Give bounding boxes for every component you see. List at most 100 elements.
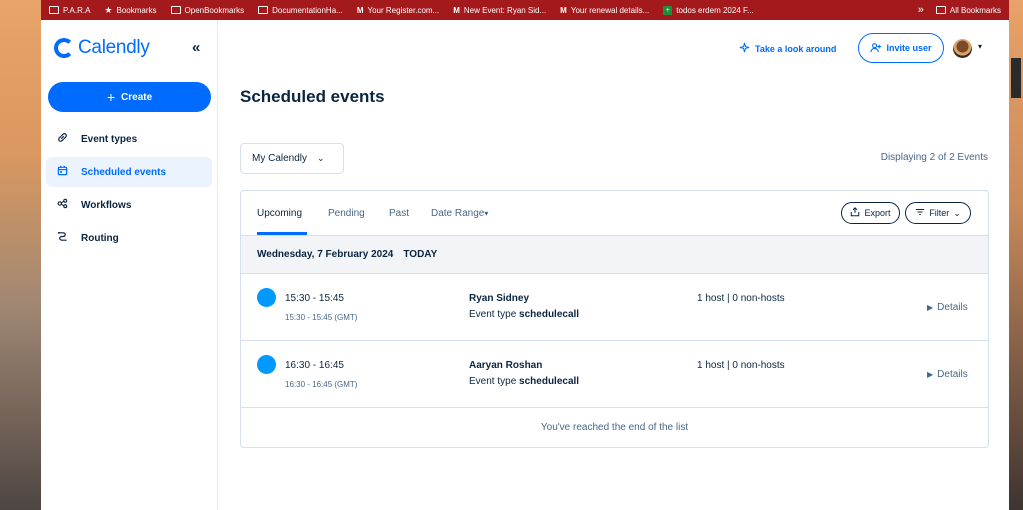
sidebar-item-label: Event types [81, 133, 138, 145]
sidebar: Calendly « + Create Event types Schedule… [41, 20, 218, 510]
all-bookmarks-label: All Bookmarks [949, 5, 1001, 15]
active-tab-indicator [257, 232, 307, 235]
sidebar-item-label: Workflows [81, 199, 132, 211]
create-button[interactable]: + Create [48, 82, 211, 112]
details-button[interactable]: ▶ Details [927, 302, 968, 313]
sidebar-nav: Event types Scheduled events Workflows R… [46, 124, 212, 256]
create-label: Create [121, 91, 153, 103]
bookmark-label: Your renewal details... [570, 5, 650, 15]
bookmark-renewal[interactable]: M Your renewal details... [560, 6, 649, 15]
calendly-app: Calendly « + Create Event types Schedule… [41, 20, 1009, 510]
desktop-background-left [0, 0, 41, 510]
event-color-dot [257, 288, 276, 307]
invitee-name: Ryan Sidney [469, 293, 530, 304]
events-tabs: Upcoming Pending Past Date Range▾ Export [241, 191, 988, 236]
bookmarks-bar: P.A.R.A ★ Bookmarks OpenBookmarks Docume… [41, 0, 1009, 20]
sparkle-icon [739, 42, 750, 55]
calendar-icon [56, 165, 68, 179]
bookmark-para[interactable]: P.A.R.A [49, 6, 90, 15]
tab-pending[interactable]: Pending [328, 208, 365, 219]
filter-button[interactable]: Filter ⌄ [905, 202, 971, 224]
add-user-icon [870, 42, 882, 55]
event-row[interactable]: 15:30 - 15:45 15:30 - 15:45 (GMT) Ryan S… [241, 274, 988, 341]
folder-icon [258, 6, 269, 14]
scrollbar-thumb[interactable] [1011, 58, 1021, 98]
today-badge: TODAY [403, 249, 438, 260]
calendly-logo[interactable]: Calendly [54, 37, 150, 59]
logo-text: Calendly [78, 37, 150, 58]
tab-date-range-label: Date Range [431, 208, 485, 219]
avatar[interactable] [953, 39, 972, 58]
bookmark-label: todos erdem 2024 F... [676, 5, 754, 15]
bookmark-label: Your Register.com... [367, 5, 440, 15]
export-button[interactable]: Export [841, 202, 900, 224]
desktop-background-right [1009, 0, 1023, 510]
plus-icon: + [106, 89, 116, 105]
page-title: Scheduled events [240, 87, 385, 106]
bookmark-label: OpenBookmarks [184, 5, 245, 15]
collapse-sidebar-button[interactable]: « [192, 39, 200, 56]
tab-past[interactable]: Past [389, 208, 409, 219]
all-bookmarks-button[interactable]: All Bookmarks [935, 5, 1001, 15]
bookmark-todos[interactable]: + todos erdem 2024 F... [663, 5, 754, 15]
star-icon: ★ [104, 4, 113, 15]
bookmark-openbookmarks[interactable]: OpenBookmarks [170, 5, 245, 15]
sheets-icon: + [663, 5, 673, 15]
event-hosts: 1 host | 0 non-hosts [697, 360, 785, 371]
event-row[interactable]: 16:30 - 16:45 16:30 - 16:45 (GMT) Aaryan… [241, 341, 988, 408]
gmail-icon: M [560, 5, 567, 15]
event-type: Event type schedulecall [469, 309, 579, 320]
look-around-label: Take a look around [755, 43, 837, 54]
main-content: Take a look around Invite user ▾ Schedul… [218, 20, 1009, 510]
chevron-down-icon: ⌄ [317, 153, 325, 163]
bookmark-bookmarks[interactable]: ★ Bookmarks [104, 4, 157, 15]
event-type-prefix: Event type [469, 309, 517, 320]
tab-upcoming[interactable]: Upcoming [257, 208, 302, 219]
routing-icon [56, 231, 68, 245]
folder-icon [49, 6, 59, 14]
gmail-icon: M [356, 5, 364, 15]
displaying-count: Displaying 2 of 2 Events [880, 152, 988, 163]
event-type-prefix: Event type [469, 376, 517, 387]
sidebar-item-workflows[interactable]: Workflows [46, 190, 212, 220]
folder-icon [935, 6, 946, 14]
account-menu-caret-icon[interactable]: ▾ [978, 42, 982, 51]
invite-user-button[interactable]: Invite user [858, 33, 944, 63]
bookmark-label: New Event: Ryan Sid... [463, 5, 547, 15]
bookmark-new-event[interactable]: M New Event: Ryan Sid... [453, 6, 546, 15]
bookmark-label: DocumentationHa... [272, 5, 343, 15]
event-time: 15:30 - 15:45 [285, 293, 344, 304]
chevron-down-icon: ⌄ [953, 207, 961, 218]
filter-label: Filter [929, 208, 950, 218]
gmail-icon: M [453, 5, 460, 15]
bookmarks-overflow-button[interactable]: » [918, 4, 924, 16]
caret-down-icon: ▾ [484, 209, 489, 218]
invitee-name: Aaryan Roshan [469, 360, 543, 371]
event-time-gmt: 15:30 - 15:45 (GMT) [285, 313, 358, 322]
sidebar-item-event-types[interactable]: Event types [46, 124, 212, 154]
event-color-dot [257, 355, 276, 374]
filter-icon [915, 207, 925, 219]
export-icon [850, 207, 860, 219]
calendar-select[interactable]: My Calendly ⌄ [240, 143, 344, 174]
workflow-icon [56, 198, 68, 212]
take-a-look-around-link[interactable]: Take a look around [739, 42, 836, 55]
tab-date-range[interactable]: Date Range▾ [431, 208, 488, 219]
sidebar-item-scheduled-events[interactable]: Scheduled events [46, 157, 212, 187]
sidebar-item-routing[interactable]: Routing [46, 223, 212, 253]
bookmark-documentation[interactable]: DocumentationHa... [258, 6, 343, 15]
export-label: Export [864, 208, 891, 218]
details-button[interactable]: ▶ Details [927, 369, 968, 380]
calendar-select-value: My Calendly [252, 153, 308, 164]
details-label: Details [937, 302, 968, 313]
folder-icon [170, 6, 181, 14]
invite-user-label: Invite user [886, 43, 932, 53]
bookmark-label: P.A.R.A [63, 5, 91, 15]
event-type: Event type schedulecall [469, 376, 579, 387]
date-header-text: Wednesday, 7 February 2024 [257, 249, 394, 260]
bookmark-label: Bookmarks [116, 5, 157, 15]
sidebar-item-label: Scheduled events [81, 166, 167, 178]
date-header: Wednesday, 7 February 2024 TODAY [241, 236, 988, 274]
caret-right-icon: ▶ [927, 370, 934, 379]
bookmark-register[interactable]: M Your Register.com... [357, 6, 439, 15]
